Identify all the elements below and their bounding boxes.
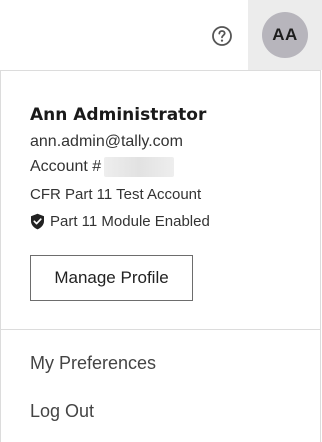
log-out-link[interactable]: Log Out (30, 401, 94, 422)
help-button[interactable] (210, 24, 234, 48)
profile-dropdown: Ann Administrator ann.admin@tally.com Ac… (0, 70, 321, 442)
user-name: Ann Administrator (30, 105, 207, 125)
account-label: Account # (30, 158, 102, 175)
account-number-row: Account # (30, 157, 175, 177)
module-status-label: Part 11 Module Enabled (50, 213, 210, 230)
user-email: ann.admin@tally.com (30, 133, 183, 150)
shield-check-icon (31, 213, 44, 230)
user-menu-toggle[interactable]: AA (248, 0, 322, 70)
account-number-redacted (104, 157, 175, 177)
question-circle-icon (212, 26, 232, 46)
account-name: CFR Part 11 Test Account (30, 186, 202, 203)
top-bar: AA (0, 0, 322, 70)
module-status: Part 11 Module Enabled (30, 213, 210, 230)
divider (1, 329, 321, 330)
avatar: AA (262, 12, 308, 58)
manage-profile-button[interactable]: Manage Profile (30, 255, 193, 301)
my-preferences-link[interactable]: My Preferences (30, 353, 156, 374)
